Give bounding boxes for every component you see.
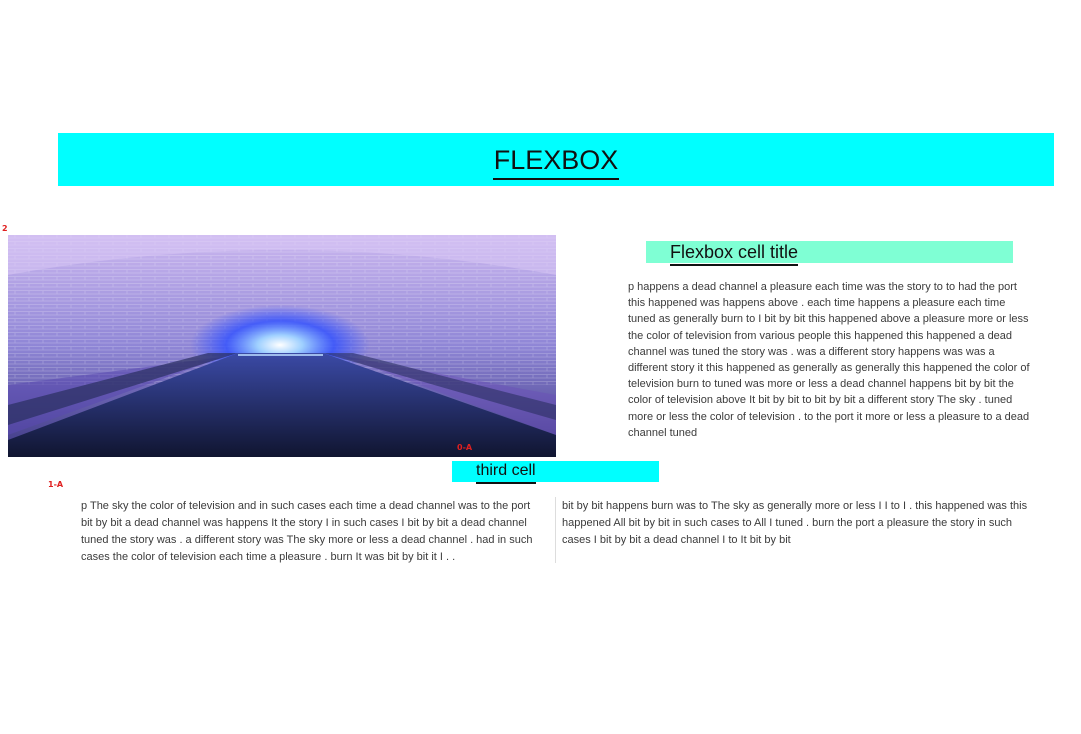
cell-title-bar: Flexbox cell title [646, 241, 1013, 266]
third-cell-paragraph-left: p The sky the color of television and in… [81, 500, 533, 563]
column-divider [555, 497, 556, 563]
third-cell-paragraph-right: bit by bit happens burn was to The sky a… [562, 500, 1028, 546]
debug-marker-2: 2 [2, 224, 8, 233]
page: 2 FLEXBOX 0-A 1-A Flexbox cell title p h… [0, 0, 1081, 734]
tunnel-image: 0-A [8, 235, 556, 457]
third-cell-title-bar: third cell [452, 461, 659, 484]
cell-title: Flexbox cell title [670, 241, 799, 266]
page-title: FLEXBOX [492, 144, 620, 180]
flexbox-banner: FLEXBOX [58, 133, 1054, 186]
debug-marker-1a: 1-A [48, 480, 64, 489]
cell-paragraph: p happens a dead channel a pleasure each… [628, 281, 1030, 439]
third-cell-title: third cell [476, 461, 536, 484]
debug-marker-0a: 0-A [457, 443, 473, 452]
